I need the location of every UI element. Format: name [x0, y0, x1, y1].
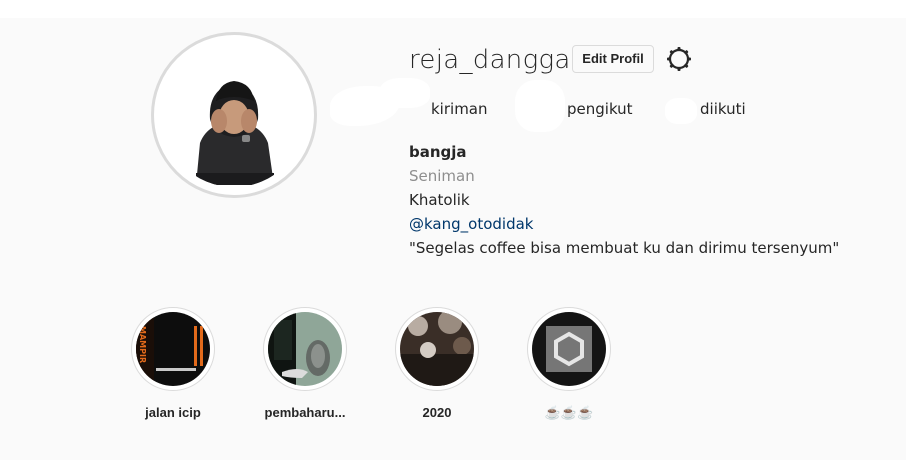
highlight-cover: MAMPIR	[136, 312, 210, 386]
display-name: bangja	[409, 143, 467, 161]
highlight-item[interactable]: 2020	[382, 307, 492, 420]
bio-line: Khatolik	[409, 191, 470, 209]
bio-quote: "Segelas coffee bisa membuat ku dan diri…	[409, 239, 840, 257]
following-count-label[interactable]: diikuti	[700, 100, 746, 118]
followers-count-label[interactable]: pengikut	[567, 100, 633, 118]
highlight-label: pembaharu...	[264, 405, 346, 420]
gear-icon[interactable]	[666, 46, 692, 72]
highlight-ring	[263, 307, 347, 391]
highlight-label: jalan icip	[145, 405, 201, 420]
highlight-item[interactable]: pembaharu...	[250, 307, 360, 420]
highlight-ring	[527, 307, 611, 391]
top-bar	[0, 0, 906, 18]
redaction-mark	[515, 80, 565, 132]
avatar	[162, 43, 306, 187]
redaction-mark	[380, 78, 430, 108]
username: reja_dangga	[409, 45, 571, 75]
highlight-item[interactable]: ☕☕☕	[514, 307, 624, 421]
highlight-cover	[532, 312, 606, 386]
highlight-cover	[268, 312, 342, 386]
redaction-mark	[665, 98, 697, 124]
profile-bio: bangja Seniman Khatolik @kang_otodidak "…	[409, 140, 839, 260]
posts-count-label[interactable]: kiriman	[431, 100, 488, 118]
highlight-label: 2020	[422, 405, 452, 420]
profile-avatar[interactable]	[151, 32, 317, 198]
highlight-label: ☕☕☕	[544, 405, 594, 420]
highlight-ring	[395, 307, 479, 391]
highlight-cover	[400, 312, 474, 386]
person-photo	[162, 43, 306, 187]
mention-link[interactable]: @kang_otodidak	[409, 212, 839, 236]
svg-text:MAMPIR: MAMPIR	[138, 326, 147, 363]
category-label: Seniman	[409, 167, 475, 185]
highlight-item[interactable]: MAMPIR jalan icip	[118, 307, 228, 420]
edit-profile-button[interactable]: Edit Profil	[572, 45, 654, 73]
highlight-ring: MAMPIR	[131, 307, 215, 391]
